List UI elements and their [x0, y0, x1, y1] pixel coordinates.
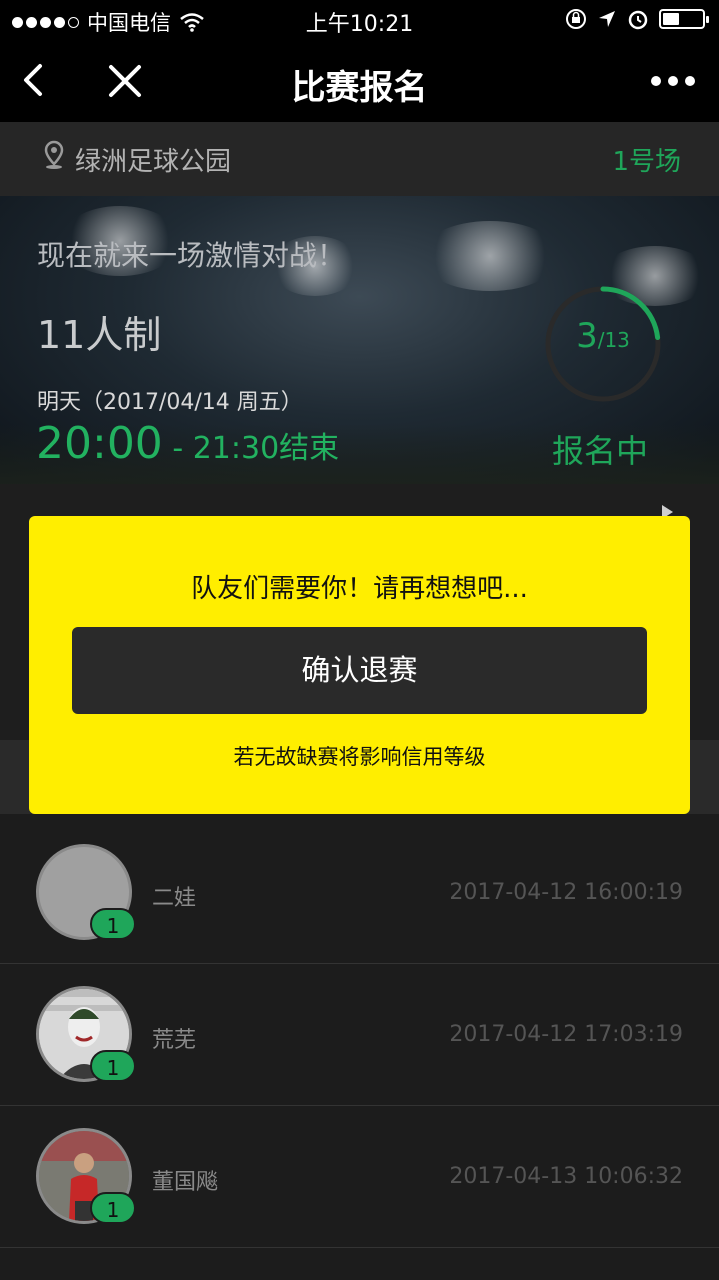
signup-time: 2017-04-12 17:03:19 [449, 1022, 683, 1047]
page-title: 比赛报名 [291, 68, 428, 108]
dialog-message: 队友们需要你！请再想想吧... [191, 574, 528, 604]
signup-time: 2017-04-12 16:00:19 [449, 880, 683, 905]
match-format: 11人制 [37, 313, 162, 357]
player-name: 二娃 [152, 886, 197, 911]
player-badge: 1 [90, 908, 136, 940]
registered-count: 3 [576, 316, 598, 356]
battery-icon [659, 9, 709, 29]
player-name: 荒芜 [152, 1028, 197, 1053]
list-item[interactable]: 1 董国飚 2017-04-13 10:06:32 [0, 1106, 719, 1248]
nav-bar: 比赛报名 [0, 40, 719, 122]
player-name: 董国飚 [152, 1170, 219, 1195]
venue-name: 绿洲足球公园 [75, 147, 232, 177]
registration-count: 3/13 [543, 316, 663, 356]
field-number: 1号场 [612, 147, 681, 177]
player-badge: 1 [90, 1192, 136, 1224]
stadium-light [420, 221, 560, 291]
more-menu-icon[interactable] [651, 76, 695, 86]
match-date: 明天（2017/04/14 周五） [37, 390, 303, 415]
withdraw-dialog: 队友们需要你！请再想想吧... 确认退赛 若无故缺赛将影响信用等级 [29, 516, 690, 814]
confirm-withdraw-button[interactable]: 确认退赛 [72, 627, 647, 714]
match-time: 20:00 - 21:30结束 [36, 418, 339, 469]
capacity-count: /13 [597, 328, 630, 352]
location-pin-icon [44, 140, 64, 169]
player-badge: 1 [90, 1050, 136, 1082]
list-item[interactable]: 1 二娃 2017-04-12 16:00:19 [0, 822, 719, 964]
dialog-note: 若无故缺赛将影响信用等级 [233, 745, 486, 769]
signup-time: 2017-04-13 10:06:32 [449, 1164, 683, 1189]
registration-status: 报名中 [552, 432, 649, 470]
alarm-icon [628, 10, 648, 30]
end-time: - 21:30结束 [162, 431, 340, 466]
list-item[interactable]: 1 荒芜 2017-04-12 17:03:19 [0, 964, 719, 1106]
status-right [565, 8, 709, 30]
status-bar: 中国电信 上午10:21 [0, 0, 719, 40]
match-slogan: 现在就来一场激情对战！ [37, 239, 346, 272]
rotation-lock-icon [566, 9, 586, 29]
venue-row[interactable]: 绿洲足球公园 1号场 [0, 122, 719, 196]
match-banner: 现在就来一场激情对战！ 11人制 明天（2017/04/14 周五） 20:00… [0, 196, 719, 484]
start-time: 20:00 [36, 418, 163, 469]
location-arrow-icon [599, 11, 615, 27]
